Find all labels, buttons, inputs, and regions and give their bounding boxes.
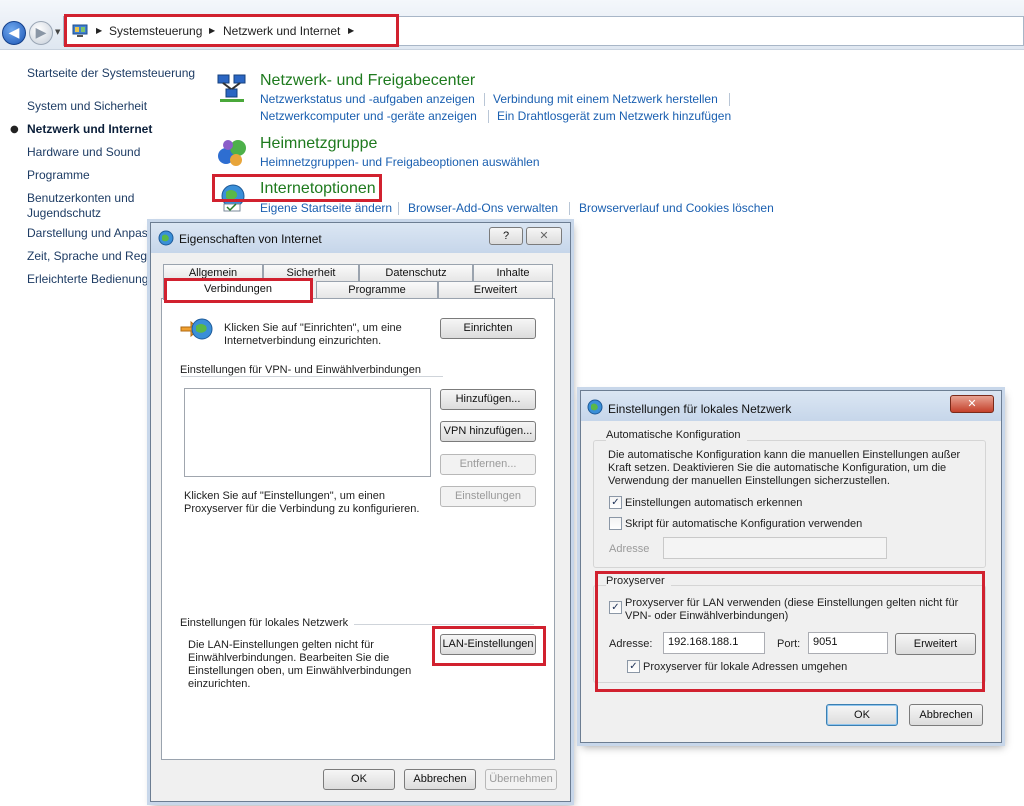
nav-item-user-accounts[interactable]: Benutzerkonten und Jugendschutz bbox=[27, 191, 147, 221]
current-item-bullet-icon: ● bbox=[10, 124, 19, 135]
nav-item-network-internet[interactable]: Netzwerk und Internet bbox=[27, 122, 152, 136]
ok-button[interactable]: OK bbox=[826, 704, 898, 726]
lan-settings-highlight-box bbox=[432, 626, 546, 666]
dialog-title: Eigenschaften von Internet bbox=[179, 232, 322, 246]
tab-programme[interactable]: Programme bbox=[316, 281, 438, 298]
internet-properties-dialog: Eigenschaften von Internet ? ✕ Allgemein… bbox=[150, 222, 571, 802]
lan-description: Die LAN-Einstellungen gelten nicht für E… bbox=[188, 639, 412, 690]
setup-button[interactable]: Einrichten bbox=[440, 318, 536, 339]
internet-globe-icon bbox=[587, 399, 603, 415]
nav-item-system-security[interactable]: System und Sicherheit bbox=[27, 99, 147, 113]
help-icon: ? bbox=[502, 230, 510, 242]
nav-item-clock-language[interactable]: Zeit, Sprache und Regio bbox=[27, 249, 156, 263]
remove-button[interactable]: Entfernen... bbox=[440, 454, 536, 475]
close-button[interactable]: ✕ bbox=[950, 395, 994, 413]
back-button[interactable]: ◀ bbox=[2, 21, 26, 45]
link-network-status[interactable]: Netzwerkstatus und -aufgaben anzeigen bbox=[260, 92, 475, 106]
add-button[interactable]: Hinzufügen... bbox=[440, 389, 536, 410]
auto-detect-checkbox[interactable]: ✓ bbox=[609, 496, 622, 509]
link-add-wireless-device[interactable]: Ein Drahtlosgerät zum Netzwerk hinzufüge… bbox=[497, 109, 731, 123]
cancel-button[interactable]: Abbrechen bbox=[909, 704, 983, 726]
tab-verbindungen-highlight-box bbox=[164, 278, 313, 303]
link-network-computers[interactable]: Netzwerkcomputer und -geräte anzeigen bbox=[260, 109, 477, 123]
dialog-title: Einstellungen für lokales Netzwerk bbox=[608, 402, 792, 416]
close-icon: ✕ bbox=[967, 397, 977, 410]
settings-description: Klicken Sie auf "Einstellungen", um eine… bbox=[184, 490, 420, 515]
auto-config-group-label: Automatische Konfiguration bbox=[606, 429, 747, 441]
cancel-button[interactable]: Abbrechen bbox=[404, 769, 476, 790]
link-separator bbox=[484, 93, 485, 106]
auto-script-label[interactable]: Skript für automatische Konfiguration ve… bbox=[625, 518, 862, 531]
tab-erweitert[interactable]: Erweitert bbox=[438, 281, 553, 298]
back-arrow-icon: ◀ bbox=[8, 25, 20, 41]
setup-description: Klicken Sie auf "Einrichten", um eine In… bbox=[224, 322, 402, 347]
internet-options-highlight-box bbox=[212, 174, 382, 202]
category-title-network-sharing[interactable]: Netzwerk- und Freigabecenter bbox=[260, 72, 475, 90]
proxy-highlight-box bbox=[595, 571, 985, 692]
auto-script-checkbox[interactable] bbox=[609, 517, 622, 530]
apply-button[interactable]: Übernehmen bbox=[485, 769, 557, 790]
settings-button[interactable]: Einstellungen bbox=[440, 486, 536, 507]
close-icon: ✕ bbox=[539, 230, 549, 242]
link-change-homepage[interactable]: Eigene Startseite ändern bbox=[260, 201, 392, 215]
nav-home-link[interactable]: Startseite der Systemsteuerung bbox=[27, 66, 195, 80]
link-delete-history[interactable]: Browserverlauf und Cookies löschen bbox=[579, 201, 774, 215]
help-button[interactable]: ? bbox=[489, 227, 523, 245]
tab-inhalte[interactable]: Inhalte bbox=[473, 264, 553, 281]
tab-datenschutz[interactable]: Datenschutz bbox=[359, 264, 473, 281]
checkmark-icon: ✓ bbox=[611, 497, 620, 508]
category-title-homegroup[interactable]: Heimnetzgruppe bbox=[260, 135, 377, 153]
add-vpn-button[interactable]: VPN hinzufügen... bbox=[440, 421, 536, 442]
connect-globe-icon bbox=[180, 318, 213, 340]
link-separator bbox=[398, 202, 399, 215]
lan-group-label: Einstellungen für lokales Netzwerk bbox=[180, 617, 355, 629]
script-address-input[interactable] bbox=[663, 537, 887, 559]
lan-settings-dialog: Einstellungen für lokales Netzwerk ✕ Aut… bbox=[580, 390, 1002, 743]
breadcrumb-highlight-box bbox=[64, 14, 399, 47]
script-address-label: Adresse bbox=[609, 543, 650, 555]
vpn-group-label: Einstellungen für VPN- und Einwählverbin… bbox=[180, 364, 427, 376]
internet-globe-icon bbox=[158, 230, 174, 246]
nav-item-ease-of-access[interactable]: Erleichterte Bedienung bbox=[27, 272, 148, 286]
link-homegroup-options[interactable]: Heimnetzgruppen- und Freigabeoptionen au… bbox=[260, 155, 540, 169]
connection-list[interactable] bbox=[184, 388, 431, 477]
network-sharing-center-icon bbox=[217, 74, 246, 102]
divider bbox=[181, 376, 443, 377]
forward-arrow-icon: ▶ bbox=[35, 25, 47, 41]
link-separator bbox=[729, 93, 730, 106]
nav-item-hardware-sound[interactable]: Hardware und Sound bbox=[27, 145, 140, 159]
auto-detect-label[interactable]: Einstellungen automatisch erkennen bbox=[625, 497, 802, 510]
homegroup-icon bbox=[218, 140, 246, 166]
auto-config-description: Die automatische Konfiguration kann die … bbox=[608, 449, 961, 487]
link-separator bbox=[488, 110, 489, 123]
ok-button[interactable]: OK bbox=[323, 769, 395, 790]
link-connect-network[interactable]: Verbindung mit einem Netzwerk herstellen bbox=[493, 92, 718, 106]
nav-item-programs[interactable]: Programme bbox=[27, 168, 90, 182]
close-button[interactable]: ✕ bbox=[526, 227, 562, 245]
forward-button[interactable]: ▶ bbox=[29, 21, 53, 45]
nav-item-appearance[interactable]: Darstellung und Anpas bbox=[27, 226, 148, 240]
link-manage-addons[interactable]: Browser-Add-Ons verwalten bbox=[408, 201, 558, 215]
link-separator bbox=[569, 202, 570, 215]
recent-pages-dropdown-icon[interactable]: ▼ bbox=[55, 28, 60, 36]
